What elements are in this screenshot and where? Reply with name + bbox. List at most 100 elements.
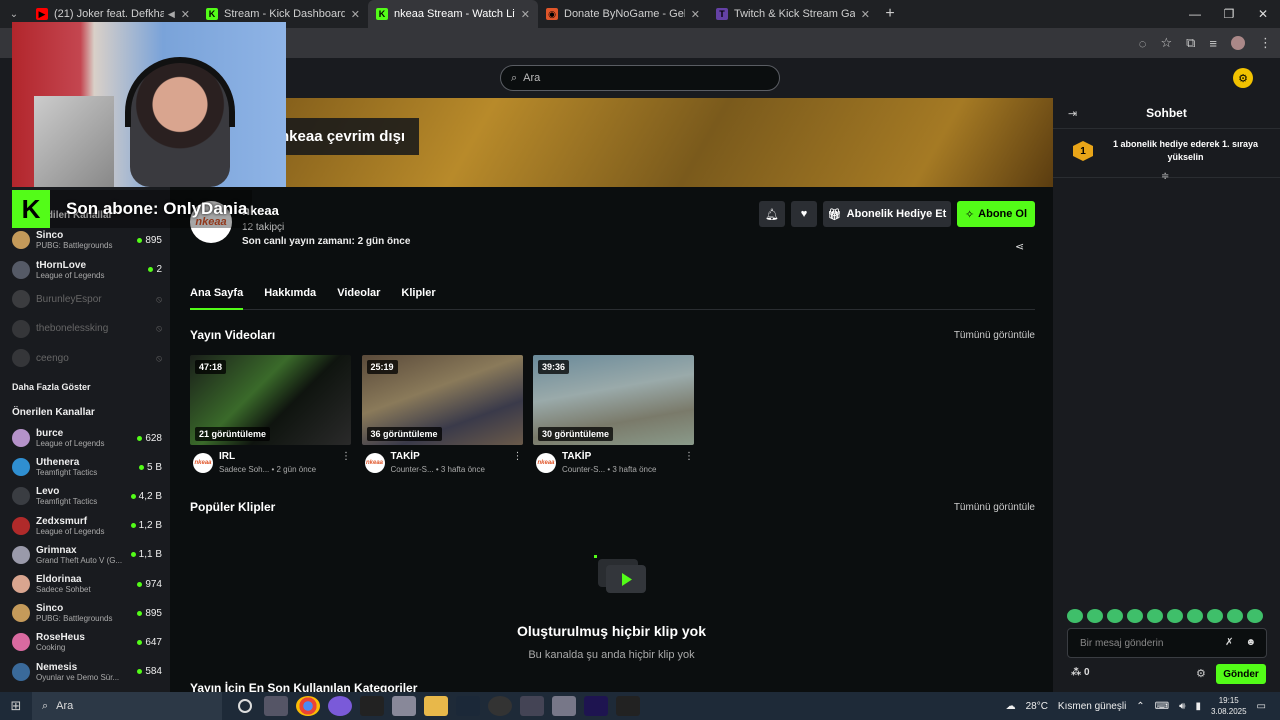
share-icon[interactable]: ⋖ — [1015, 240, 1024, 253]
pinned-expand-icon[interactable]: ≑ — [1161, 171, 1169, 182]
clock[interactable]: 19:15 3.08.2025 — [1211, 695, 1247, 717]
sidebar-channel-item[interactable]: ceengo ⦸ — [12, 344, 162, 372]
video-title[interactable]: TAKİP — [562, 451, 684, 462]
show-more-link[interactable]: Daha Fazla Göster — [12, 382, 91, 392]
emote-icon[interactable] — [1227, 609, 1243, 623]
video-thumbnail[interactable]: 25:19 36 görüntüleme — [361, 355, 523, 445]
browser-menu-icon[interactable]: ⋮ — [1259, 35, 1272, 51]
restore-icon[interactable]: ❐ — [1212, 0, 1246, 28]
tab-audio-icon[interactable]: ◀ — [168, 9, 175, 20]
taskbar-search[interactable]: ⌕ Ara — [32, 692, 222, 720]
bookmark-star-icon[interactable]: ☆ — [1160, 35, 1172, 51]
emote-icon[interactable] — [1087, 609, 1103, 623]
video-more-icon[interactable]: ⋮ — [341, 451, 351, 474]
video-channel-avatar[interactable]: nkeaa — [364, 453, 385, 473]
chat-input-box[interactable]: Bir mesaj gönderin ✗ ☻ — [1067, 628, 1267, 658]
weather-temp[interactable]: 28°C — [1026, 701, 1048, 712]
channel-points[interactable]: ⁂ 0 — [1071, 667, 1090, 678]
video-card[interactable]: 47:18 21 görüntüleme nkeaa IRL Sadece So… — [190, 355, 351, 474]
video-card[interactable]: 25:19 36 görüntüleme nkeaa TAKİP Counter… — [361, 355, 523, 474]
notifications-icon[interactable]: ▭ — [1257, 701, 1266, 712]
notification-bell-button[interactable]: 🔔︎ — [759, 201, 785, 227]
cortana-icon[interactable] — [238, 699, 252, 713]
channel-tab[interactable]: Hakkımda — [264, 283, 316, 310]
tab-close-icon[interactable]: ✕ — [351, 8, 360, 21]
user-menu-icon[interactable]: ⚙ — [1233, 68, 1253, 88]
subscribe-button[interactable]: ✧ Abone Ol — [957, 201, 1035, 227]
channel-tab[interactable]: Klipler — [401, 283, 435, 310]
app-icon[interactable] — [520, 696, 544, 716]
emote-icon[interactable] — [1207, 609, 1223, 623]
gift-subscription-button[interactable]: 🎁︎ Abonelik Hediye Et — [823, 201, 951, 227]
emote-icon[interactable] — [1147, 609, 1163, 623]
video-thumbnail[interactable]: 47:18 21 görüntüleme — [190, 355, 351, 445]
new-tab-button[interactable]: + — [878, 5, 902, 23]
sidebar-recommended-item[interactable]: burce League of Legends 628 — [12, 424, 162, 452]
clips-see-all-link[interactable]: Tümünü görüntüle — [954, 502, 1035, 513]
sidebar-recommended-item[interactable]: RoseHeus Cooking 647 — [12, 628, 162, 656]
minimize-icon[interactable]: — — [1178, 0, 1212, 28]
tray-chevron-icon[interactable]: ⌃ — [1136, 701, 1144, 712]
windows-start-icon[interactable]: ⊞ — [0, 692, 32, 720]
video-channel-avatar[interactable]: nkeaa — [536, 453, 556, 473]
tab-close-icon[interactable]: ✕ — [181, 8, 190, 21]
tab-close-icon[interactable]: ✕ — [691, 8, 700, 21]
epic-games-icon[interactable] — [360, 696, 384, 716]
volume-icon[interactable]: 🔊︎ — [1179, 701, 1185, 712]
emote-icon[interactable] — [1247, 609, 1263, 623]
chrome-icon[interactable] — [296, 696, 320, 716]
browser-tab[interactable]: T Twitch & Kick Stream Games ✕ — [708, 0, 878, 28]
search-input[interactable]: Ara — [523, 72, 540, 84]
emote-icon[interactable] — [1067, 609, 1083, 623]
emote-icon[interactable] — [1127, 609, 1143, 623]
sidebar-recommended-item[interactable]: Sinco PUBG: Battlegrounds 895 — [12, 599, 162, 627]
channel-tab[interactable]: Videolar — [337, 283, 380, 310]
premiere-icon[interactable] — [584, 696, 608, 716]
sidebar-recommended-item[interactable]: Eldorinaa Sadece Sohbet 974 — [12, 570, 162, 598]
video-more-icon[interactable]: ⋮ — [513, 451, 523, 474]
extensions-icon[interactable]: ⧉ — [1186, 35, 1195, 51]
video-title[interactable]: IRL — [219, 451, 341, 462]
sidebar-channel-item[interactable]: BurunleyEspor ⦸ — [12, 285, 162, 313]
mic-icon[interactable]: ▮ — [1195, 701, 1201, 712]
sidebar-recommended-item[interactable]: Zedxsmurf League of Legends 1,2 B — [12, 512, 162, 540]
emote-icon[interactable] — [1187, 609, 1203, 623]
video-thumbnail[interactable]: 39:36 30 görüntüleme — [533, 355, 694, 445]
emote-icon[interactable] — [1107, 609, 1123, 623]
video-title[interactable]: TAKİP — [391, 451, 513, 462]
browser-tab[interactable]: K nkeaa Stream - Watch Live on K ✕ — [368, 0, 538, 28]
file-explorer-icon[interactable] — [424, 696, 448, 716]
chat-settings-icon[interactable]: ⚙ — [1196, 667, 1206, 680]
video-channel-avatar[interactable]: nkeaa — [193, 453, 213, 473]
steam-icon[interactable] — [456, 696, 480, 716]
task-view-icon[interactable] — [264, 696, 288, 716]
video-card[interactable]: 39:36 30 görüntüleme nkeaa TAKİP Counter… — [533, 355, 694, 474]
search-box[interactable]: ⌕ Ara — [500, 65, 780, 91]
translate-icon[interactable]: ✗ — [1225, 637, 1233, 648]
obs-icon[interactable] — [488, 696, 512, 716]
channel-tab[interactable]: Ana Sayfa — [190, 283, 244, 310]
network-icon[interactable]: ⌨ — [1155, 701, 1169, 712]
profile-avatar[interactable] — [1231, 36, 1245, 50]
tab-close-icon[interactable]: ✕ — [861, 8, 870, 21]
send-button[interactable]: Gönder — [1216, 664, 1266, 684]
close-window-icon[interactable]: ✕ — [1246, 0, 1280, 28]
media-control-icon[interactable]: ≡ — [1209, 36, 1217, 51]
tab-close-icon[interactable]: ✕ — [521, 8, 530, 21]
eye-off-icon[interactable]: ◌ — [1139, 36, 1147, 51]
sidebar-channel-item[interactable]: thebonelessking ⦸ — [12, 315, 162, 343]
sidebar-recommended-item[interactable]: Grimnax Grand Theft Auto V (G... 1,1 B — [12, 541, 162, 569]
epic-games-icon[interactable] — [616, 696, 640, 716]
sidebar-recommended-item[interactable]: Levo Teamfight Tactics 4,2 B — [12, 482, 162, 510]
sidebar-channel-item[interactable]: tHornLove League of Legends 2 — [12, 256, 162, 284]
sidebar-recommended-item[interactable]: Uthenera Teamfight Tactics 5 B — [12, 453, 162, 481]
sidebar-channel-item[interactable]: Sinco PUBG: Battlegrounds 895 — [12, 226, 162, 254]
chat-input[interactable]: Bir mesaj gönderin — [1080, 638, 1163, 649]
follow-heart-button[interactable]: ♥ — [791, 201, 817, 227]
videos-see-all-link[interactable]: Tümünü görüntüle — [954, 330, 1035, 341]
app-icon[interactable] — [328, 696, 352, 716]
app-icon[interactable] — [552, 696, 576, 716]
sidebar-recommended-item[interactable]: Nemesis Oyunlar ve Demo Sür... 584 — [12, 658, 162, 686]
emoji-icon[interactable]: ☻ — [1245, 637, 1256, 648]
app-icon[interactable] — [392, 696, 416, 716]
